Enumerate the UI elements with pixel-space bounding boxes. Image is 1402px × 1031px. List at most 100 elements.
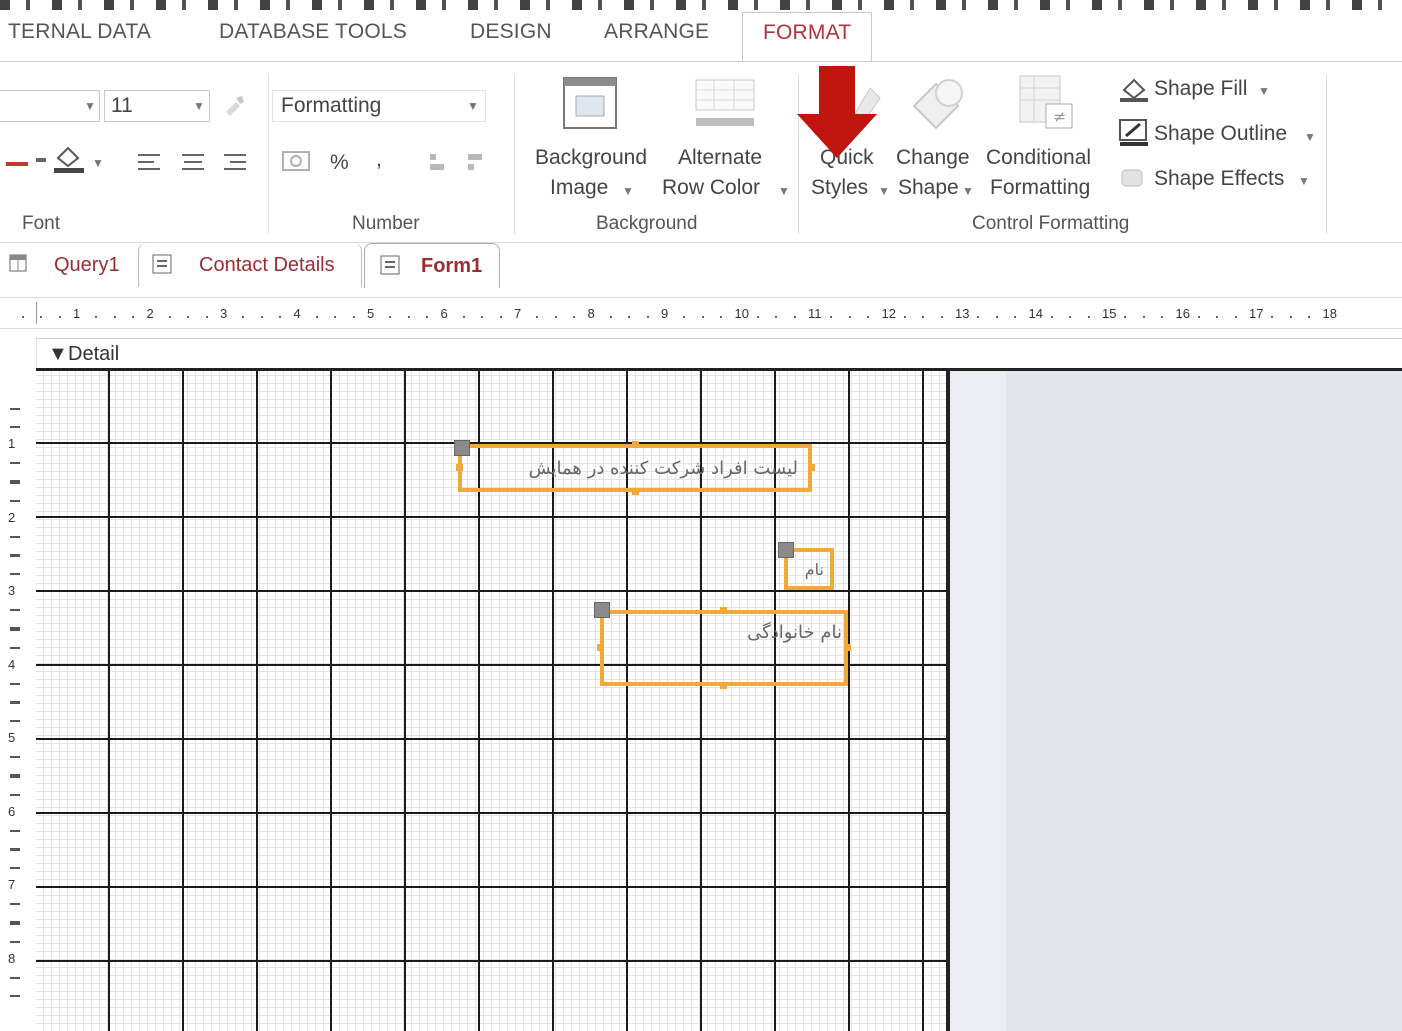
- title-label-control[interactable]: لیست افراد شرکت کننده در همایش: [458, 444, 812, 492]
- move-handle[interactable]: [454, 440, 470, 456]
- tab-external-data[interactable]: TERNAL DATA: [8, 20, 151, 56]
- change-shape-icon[interactable]: [906, 76, 966, 132]
- background-image-icon[interactable]: [562, 76, 618, 132]
- resize-handle[interactable]: [597, 644, 604, 651]
- ruler-tick: [646, 316, 649, 318]
- resize-handle[interactable]: [632, 488, 639, 495]
- ruler-tick: [1124, 316, 1127, 318]
- vertical-ruler-number: 1: [8, 436, 16, 451]
- change-shape-label2[interactable]: Shape: [898, 176, 959, 200]
- shape-effects-label[interactable]: Shape Effects: [1154, 167, 1284, 191]
- title-label-text: لیست افراد شرکت کننده در همایش: [528, 458, 798, 479]
- alternate-row-color-icon[interactable]: [694, 78, 756, 132]
- vertical-ruler-tick: [10, 499, 20, 502]
- resize-handle[interactable]: [456, 464, 463, 471]
- chevron-down-icon: ▼: [92, 156, 104, 170]
- vertical-ruler-tick: [10, 462, 20, 464]
- family-name-label-control[interactable]: نام خانوادگی: [600, 610, 848, 686]
- ruler-tick: [205, 316, 208, 318]
- ruler-tick: [1308, 316, 1311, 318]
- conditional-formatting-label1[interactable]: Conditional: [986, 146, 1091, 170]
- ruler-tick: [58, 316, 61, 318]
- vertical-ruler-number: 3: [8, 583, 16, 598]
- resize-handle[interactable]: [720, 682, 727, 689]
- ruler-tick: [683, 316, 686, 318]
- vertical-ruler-tick: [10, 609, 20, 611]
- ruler-tick: [554, 316, 557, 318]
- conditional-formatting-label2[interactable]: Formatting: [990, 176, 1090, 200]
- vertical-ruler-tick: [10, 555, 20, 557]
- tab-format[interactable]: FORMAT: [742, 12, 873, 62]
- ruler-tick: [701, 316, 704, 318]
- move-handle[interactable]: [594, 602, 610, 618]
- resize-handle[interactable]: [720, 607, 727, 614]
- form-background-area: [950, 371, 1402, 1031]
- alternate-row-color-label2[interactable]: Row Color: [662, 176, 760, 200]
- svg-text:≠: ≠: [1053, 107, 1066, 126]
- detail-section-bar[interactable]: ▼ Detail: [36, 338, 1402, 369]
- percent-icon[interactable]: %: [330, 151, 349, 175]
- shape-effects-icon[interactable]: [1118, 166, 1148, 192]
- ruler-number: 11: [808, 306, 822, 321]
- ruler-tick: [940, 316, 943, 318]
- ruler-tick: [775, 316, 778, 318]
- chevron-down-icon: ▼: [84, 99, 96, 113]
- doc-tab-query1[interactable]: Query1: [0, 243, 138, 287]
- ruler-number: 10: [734, 306, 749, 321]
- ruler-tick: [462, 316, 465, 318]
- ruler-track: 1 2 3 4 5 6 7 8 9 10 11 12 13 14 15 16 17 18: [21, 302, 1402, 324]
- resize-handle[interactable]: [808, 464, 815, 471]
- group-separator: [268, 74, 269, 234]
- ruler-tick: [977, 316, 980, 318]
- ruler-number: 5: [367, 306, 375, 321]
- vertical-ruler-tick: [10, 940, 20, 943]
- doc-tab-contact-details[interactable]: Contact Details: [138, 243, 362, 287]
- font-size-value: 11: [111, 94, 133, 117]
- background-image-label1[interactable]: Background: [528, 146, 654, 170]
- tab-design[interactable]: DESIGN: [470, 20, 552, 56]
- font-size-combo[interactable]: 11 ▼: [104, 90, 210, 122]
- shape-outline-icon[interactable]: [1118, 118, 1150, 148]
- ruler-tick: [1087, 316, 1090, 318]
- conditional-formatting-icon[interactable]: ≠: [1018, 74, 1076, 132]
- vertical-ruler-tick: [10, 994, 20, 997]
- ruler-tick: [1069, 316, 1072, 318]
- vertical-ruler-tick: [10, 867, 20, 869]
- ruler-tick: [903, 316, 906, 318]
- change-shape-label1[interactable]: Change: [896, 146, 970, 170]
- shape-fill-icon[interactable]: [1118, 74, 1150, 102]
- alternate-row-color-label1[interactable]: Alternate: [678, 146, 762, 170]
- number-format-combo[interactable]: Formatting ▼: [272, 90, 486, 122]
- group-separator: [1326, 74, 1327, 234]
- quick-styles-label2[interactable]: Styles: [811, 176, 868, 200]
- comma-style-icon[interactable]: ,: [376, 148, 382, 172]
- ruler-tick: [426, 316, 429, 318]
- vertical-ruler-number: 7: [8, 877, 16, 892]
- fill-color-icon[interactable]: [52, 144, 86, 174]
- resize-handle[interactable]: [844, 644, 851, 651]
- number-format-placeholder: Formatting: [281, 94, 382, 117]
- format-painter-icon[interactable]: [222, 92, 248, 118]
- tab-database-tools[interactable]: DATABASE TOOLS: [219, 20, 407, 56]
- font-name-combo[interactable]: ▼: [0, 90, 100, 122]
- vertical-ruler-tick: [10, 775, 20, 778]
- ruler-tick: [1142, 316, 1145, 318]
- shape-fill-label[interactable]: Shape Fill: [1154, 77, 1247, 101]
- ruler-tick: [536, 316, 539, 318]
- resize-handle[interactable]: [632, 441, 639, 448]
- move-handle[interactable]: [778, 542, 794, 558]
- vertical-ruler-tick: [10, 573, 20, 575]
- ruler-tick: [481, 316, 484, 318]
- grid-top-border: [36, 368, 1402, 371]
- shape-outline-label[interactable]: Shape Outline: [1154, 122, 1287, 146]
- decimal-buttons[interactable]: [428, 150, 508, 176]
- font-color-swatch-icon[interactable]: [6, 162, 28, 166]
- currency-icon[interactable]: [280, 148, 314, 176]
- background-image-label2[interactable]: Image: [550, 176, 608, 200]
- control-formatting-group-label: Control Formatting: [972, 213, 1130, 234]
- font-group-label: Font: [22, 213, 61, 234]
- ruler-tick: [995, 316, 998, 318]
- tab-arrange[interactable]: ARRANGE: [604, 20, 709, 56]
- doc-tab-form1[interactable]: Form1: [364, 243, 500, 288]
- form-background-inner: [1006, 371, 1402, 1031]
